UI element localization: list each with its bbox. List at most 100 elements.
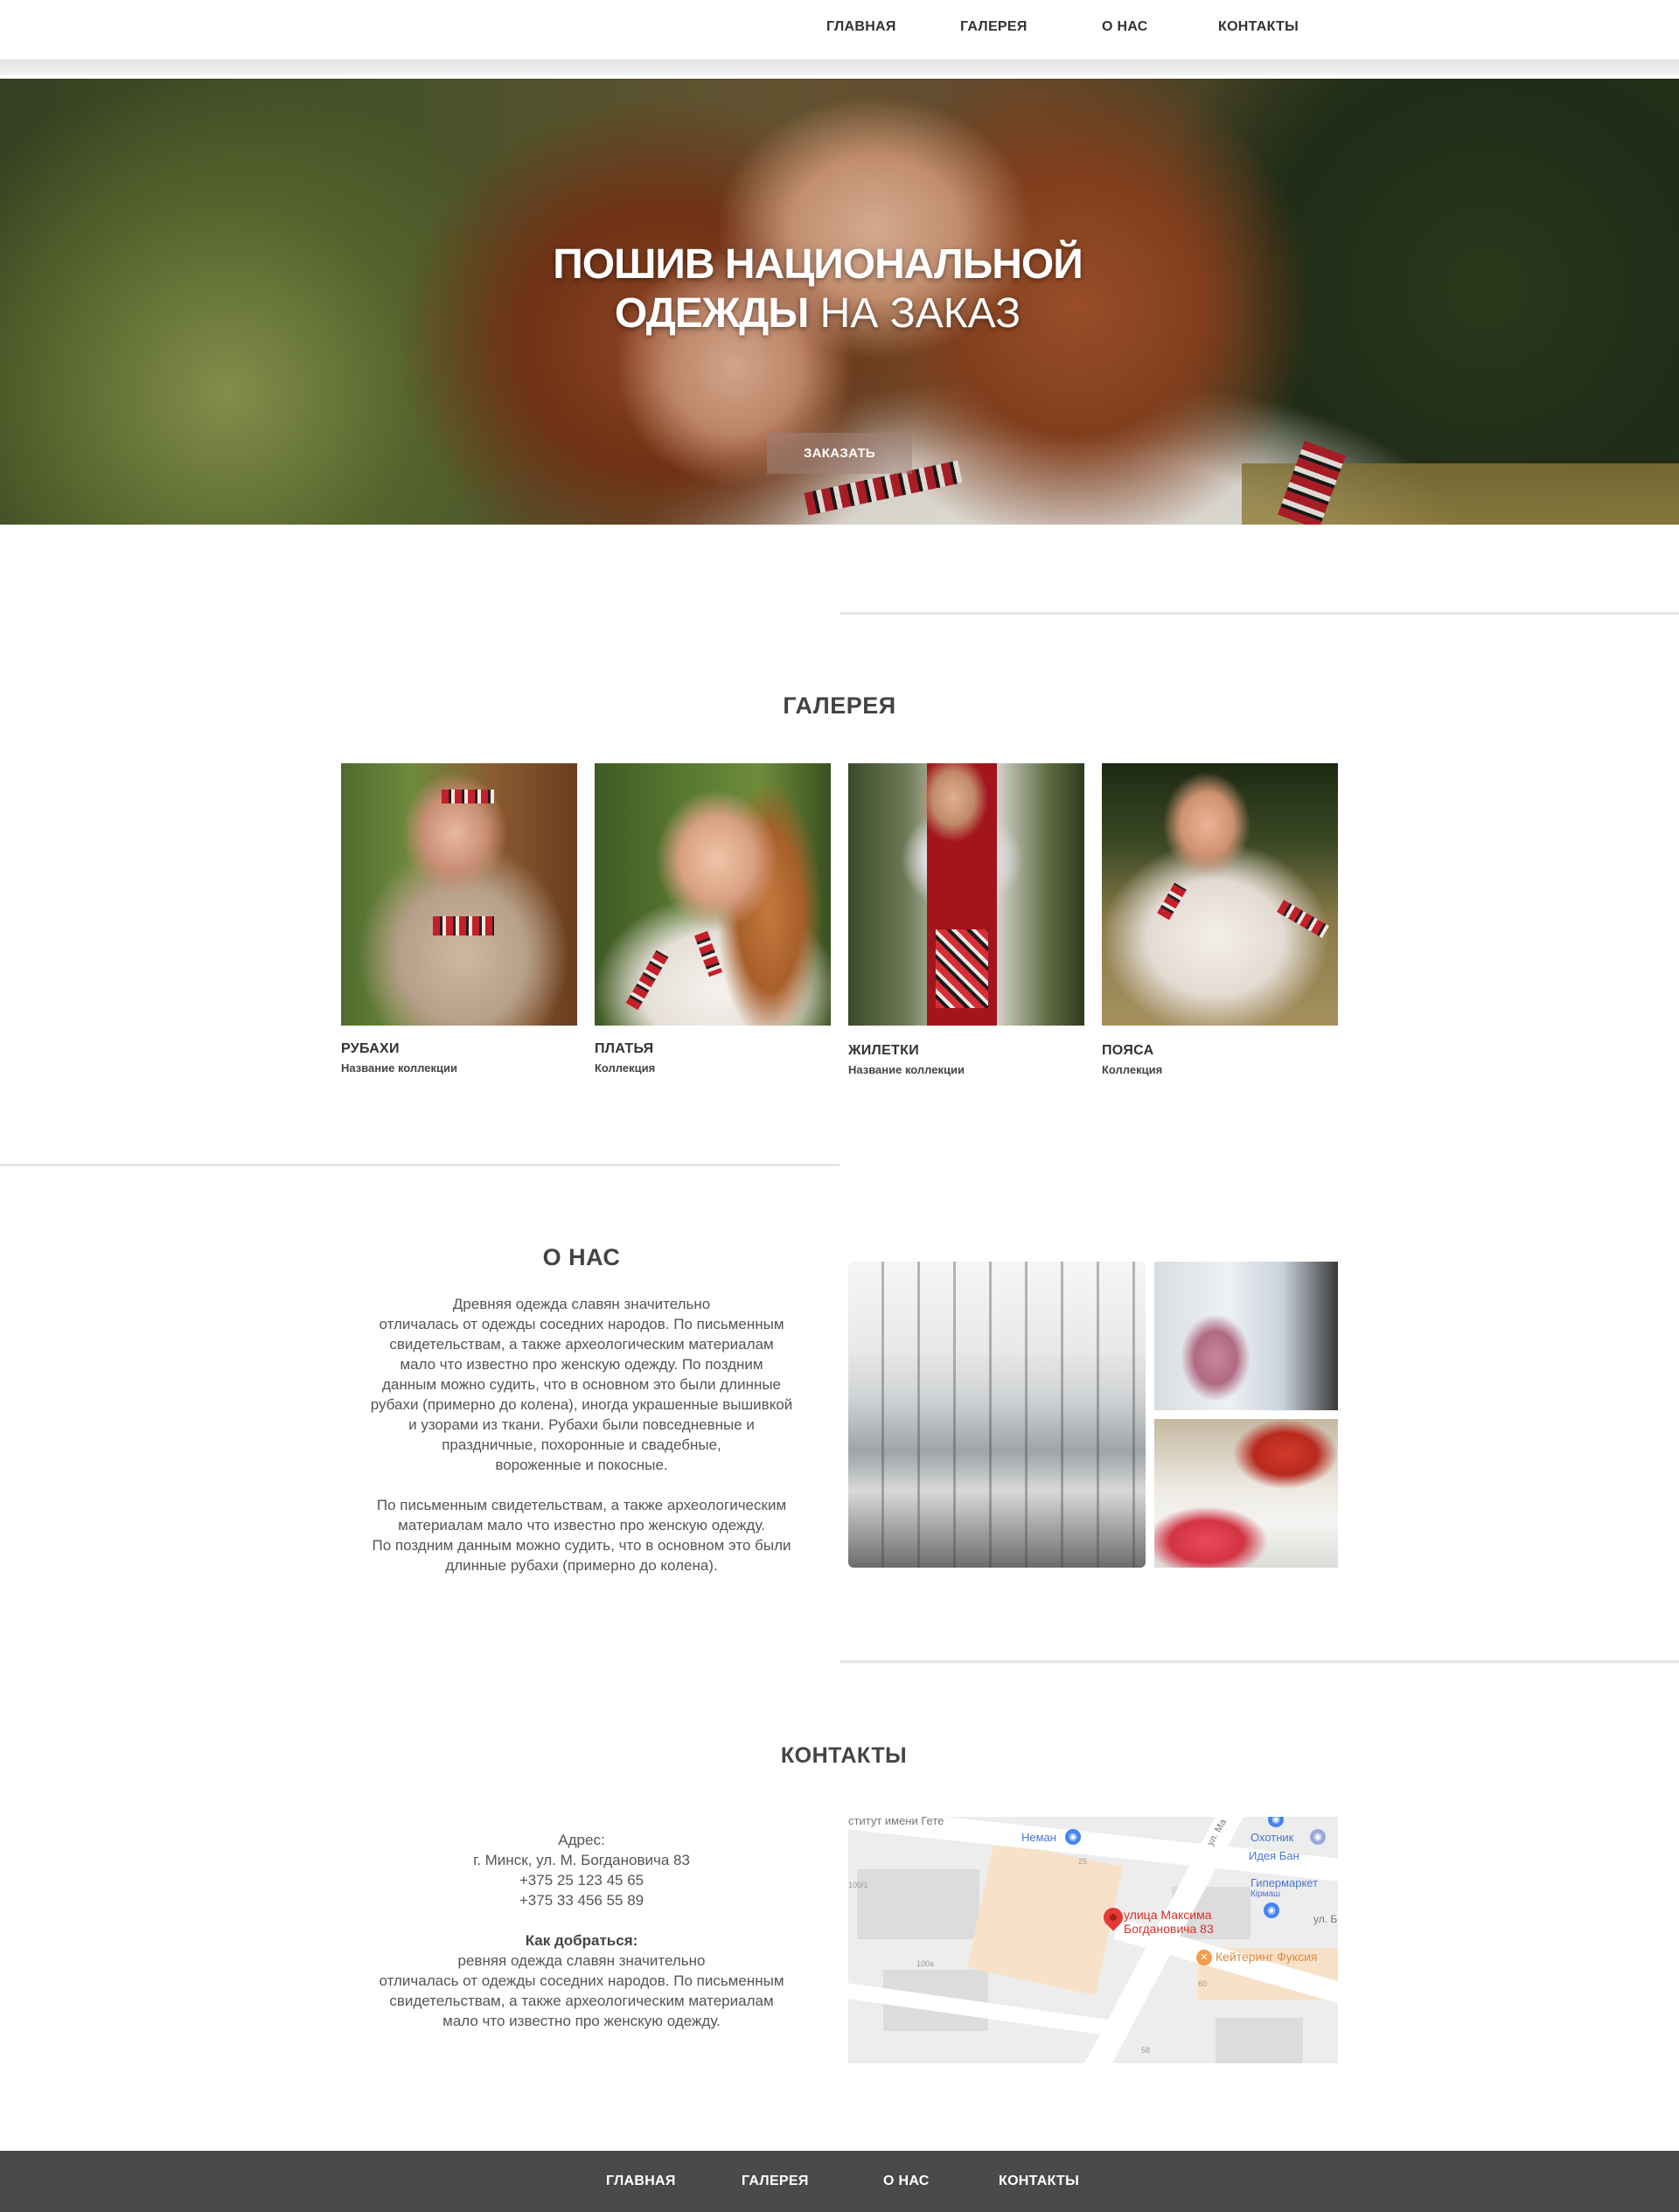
hero-slider: ПОШИВ НАЦИОНАЛЬНОЙ ОДЕЖДЫ НА ЗАКАЗ ЗАКАЗ… bbox=[0, 79, 1679, 525]
about-line: рубахи (примерно до колена), иногда укра… bbox=[370, 1396, 793, 1413]
gallery-item-shirts[interactable]: РУБАХИ Название коллекции bbox=[341, 763, 577, 1075]
about-line: вороженные и покосные. bbox=[495, 1457, 668, 1473]
section-divider bbox=[840, 612, 1679, 615]
map-house-number: 100/1 bbox=[848, 1881, 868, 1889]
shop-icon[interactable]: ◉ bbox=[1065, 1829, 1081, 1845]
map-label-ideya: Идея Бан bbox=[1249, 1849, 1299, 1862]
directions-line: ревняя одежда славян значительно bbox=[457, 1952, 706, 1969]
map-house-number: 58 bbox=[1141, 2046, 1151, 2055]
footer-link-contacts[interactable]: КОНТАКТЫ bbox=[999, 2174, 1079, 2189]
gallery-item-subtitle: Коллекция bbox=[1102, 1063, 1163, 1076]
map-building bbox=[1216, 2018, 1303, 2063]
embroidery-pattern bbox=[693, 930, 723, 977]
hero-title-line2-bold: ОДЕЖДЫ bbox=[614, 290, 809, 337]
directions-line: свидетельствам, а также археологическим … bbox=[389, 1993, 774, 2009]
embroidery-pattern bbox=[936, 929, 988, 1008]
site-footer: ГЛАВНАЯ ГАЛЕРЕЯ О НАС КОНТАКТЫ bbox=[0, 2151, 1679, 2212]
about-text: Древняя одежда славян значительно отлича… bbox=[354, 1294, 809, 1576]
gallery-item-label: ПОЯСА bbox=[1102, 1043, 1154, 1058]
site-header: ГЛАВНАЯ ГАЛЕРЕЯ О НАС КОНТАКТЫ bbox=[0, 0, 1679, 61]
gallery-image[interactable] bbox=[1102, 763, 1338, 1026]
map-label-okhotnik: Охотник bbox=[1251, 1831, 1294, 1844]
about-line: отличалась от одежды соседних народов. П… bbox=[379, 1316, 784, 1332]
footer-link-home[interactable]: ГЛАВНАЯ bbox=[606, 2174, 676, 2189]
map-label-institute: ститут имени Гете bbox=[848, 1817, 944, 1827]
section-divider bbox=[0, 1164, 840, 1166]
gallery-item-subtitle: Коллекция bbox=[595, 1061, 656, 1075]
hero-title: ПОШИВ НАЦИОНАЛЬНОЙ ОДЕЖДЫ НА ЗАКАЗ bbox=[490, 240, 1146, 338]
nav-link-about[interactable]: О НАС bbox=[1102, 19, 1148, 35]
about-line: По письменным свидетельствам, а также ар… bbox=[376, 1497, 787, 1513]
map-area bbox=[967, 1840, 1123, 1995]
nav-link-home[interactable]: ГЛАВНАЯ bbox=[826, 19, 896, 35]
map-label-neman: Неман bbox=[1021, 1831, 1056, 1844]
about-line: материалам мало что известно про женскую… bbox=[398, 1517, 765, 1534]
phone-1[interactable]: +375 25 123 45 65 bbox=[354, 1870, 809, 1890]
directions-line: мало что известно про женскую одежду. bbox=[442, 2013, 721, 2029]
gallery-item-label: РУБАХИ bbox=[341, 1041, 400, 1056]
gallery-item-subtitle: Название коллекции bbox=[341, 1061, 457, 1075]
map-label-street-line2: Богдановича 83 bbox=[1124, 1922, 1214, 1936]
footer-link-about[interactable]: О НАС bbox=[883, 2174, 930, 2189]
about-photo-sewing-machines bbox=[1154, 1419, 1338, 1568]
about-paragraph-2: По письменным свидетельствам, а также ар… bbox=[354, 1495, 809, 1576]
embroidery-pattern bbox=[433, 916, 494, 936]
embroidery-pattern bbox=[1277, 900, 1329, 938]
gallery-item-label: ПЛАТЬЯ bbox=[595, 1041, 654, 1056]
contacts-info: Адрес: г. Минск, ул. М. Богдановича 83 +… bbox=[354, 1830, 809, 2031]
phone-2[interactable]: +375 33 456 55 89 bbox=[354, 1890, 809, 1910]
embroidery-headband bbox=[442, 790, 494, 803]
location-map[interactable]: ститут имени Гете Неман ◉ Охотник ◉ ◉ Ид… bbox=[848, 1817, 1338, 2063]
contacts-title: КОНТАКТЫ bbox=[780, 1743, 908, 1768]
hero-title-line2-light: НА ЗАКАЗ bbox=[808, 290, 1021, 337]
gallery-title: ГАЛЕРЕЯ bbox=[783, 692, 896, 719]
address-label: Адрес: bbox=[558, 1832, 605, 1848]
shop-icon[interactable]: ◉ bbox=[1310, 1829, 1326, 1845]
gallery-item-label: ЖИЛЕТКИ bbox=[848, 1043, 919, 1058]
map-label-street-b: ул. Б bbox=[1313, 1913, 1338, 1925]
about-title: О НАС bbox=[542, 1244, 621, 1270]
about-line: мало что известно про женскую одежду. По… bbox=[400, 1356, 763, 1373]
map-house-number: 60 bbox=[1198, 1979, 1208, 1988]
map-label-catering: Кейтеринг Фуксия bbox=[1216, 1950, 1318, 1964]
cart-icon[interactable]: ◉ bbox=[1264, 1902, 1279, 1918]
directions-line: отличалась от одежды соседних народов. П… bbox=[379, 1972, 784, 1989]
about-line: свидетельствам, а также археологическим … bbox=[389, 1336, 774, 1353]
gallery-item-belts[interactable]: ПОЯСА Коллекция bbox=[1102, 763, 1338, 1076]
header-shadow bbox=[0, 59, 1679, 75]
map-house-number: 100а bbox=[916, 1959, 935, 1968]
gallery-image[interactable] bbox=[595, 763, 831, 1026]
map-label-kirmash: Кірмаш bbox=[1251, 1889, 1281, 1899]
about-line: праздничные, похоронные и свадебные, bbox=[442, 1436, 721, 1453]
map-house-number: 25 bbox=[1078, 1857, 1088, 1866]
restaurant-icon[interactable]: ✕ bbox=[1196, 1950, 1212, 1965]
directions-label: Как добраться: bbox=[525, 1932, 638, 1949]
embroidery-pattern bbox=[1157, 882, 1187, 921]
footer-link-gallery[interactable]: ГАЛЕРЕЯ bbox=[742, 2174, 809, 2189]
about-line: По поздним данным можно судить, что в ос… bbox=[372, 1537, 791, 1554]
gallery-item-subtitle: Название коллекции bbox=[848, 1063, 965, 1076]
address-value: г. Минск, ул. М. Богдановича 83 bbox=[473, 1852, 690, 1868]
gallery-image[interactable] bbox=[341, 763, 577, 1026]
about-line: данным можно судить, что в основном это … bbox=[381, 1376, 782, 1393]
shop-icon[interactable]: ◉ bbox=[1268, 1817, 1284, 1827]
top-navigation: ГЛАВНАЯ ГАЛЕРЕЯ О НАС КОНТАКТЫ bbox=[0, 19, 1679, 42]
embroidery-pattern bbox=[625, 949, 669, 1011]
about-line: Древняя одежда славян значительно bbox=[452, 1296, 711, 1312]
map-label-hypermarket: Гипермаркет bbox=[1251, 1876, 1319, 1889]
hero-title-line1: ПОШИВ НАЦИОНАЛЬНОЙ bbox=[553, 241, 1083, 288]
about-paragraph-1: Древняя одежда славян значительно отлича… bbox=[354, 1294, 809, 1475]
about-line: длинные рубахи (примерно до колена). bbox=[445, 1557, 718, 1574]
gallery-item-vests[interactable]: ЖИЛЕТКИ Название коллекции bbox=[848, 763, 1084, 1076]
nav-link-contacts[interactable]: КОНТАКТЫ bbox=[1218, 19, 1299, 35]
gallery-image[interactable] bbox=[848, 763, 1084, 1026]
gallery-item-dresses[interactable]: ПЛАТЬЯ Коллекция bbox=[595, 763, 831, 1075]
order-button[interactable]: ЗАКАЗАТЬ bbox=[767, 433, 912, 474]
about-line: и узорами из ткани. Рубахи были повседне… bbox=[408, 1416, 755, 1433]
about-photo-workshop bbox=[848, 1262, 1146, 1568]
about-photo-seamstress bbox=[1154, 1262, 1338, 1410]
section-divider bbox=[840, 1660, 1679, 1663]
nav-link-gallery[interactable]: ГАЛЕРЕЯ bbox=[960, 19, 1028, 35]
map-label-street-line1: улица Максима bbox=[1124, 1908, 1212, 1922]
